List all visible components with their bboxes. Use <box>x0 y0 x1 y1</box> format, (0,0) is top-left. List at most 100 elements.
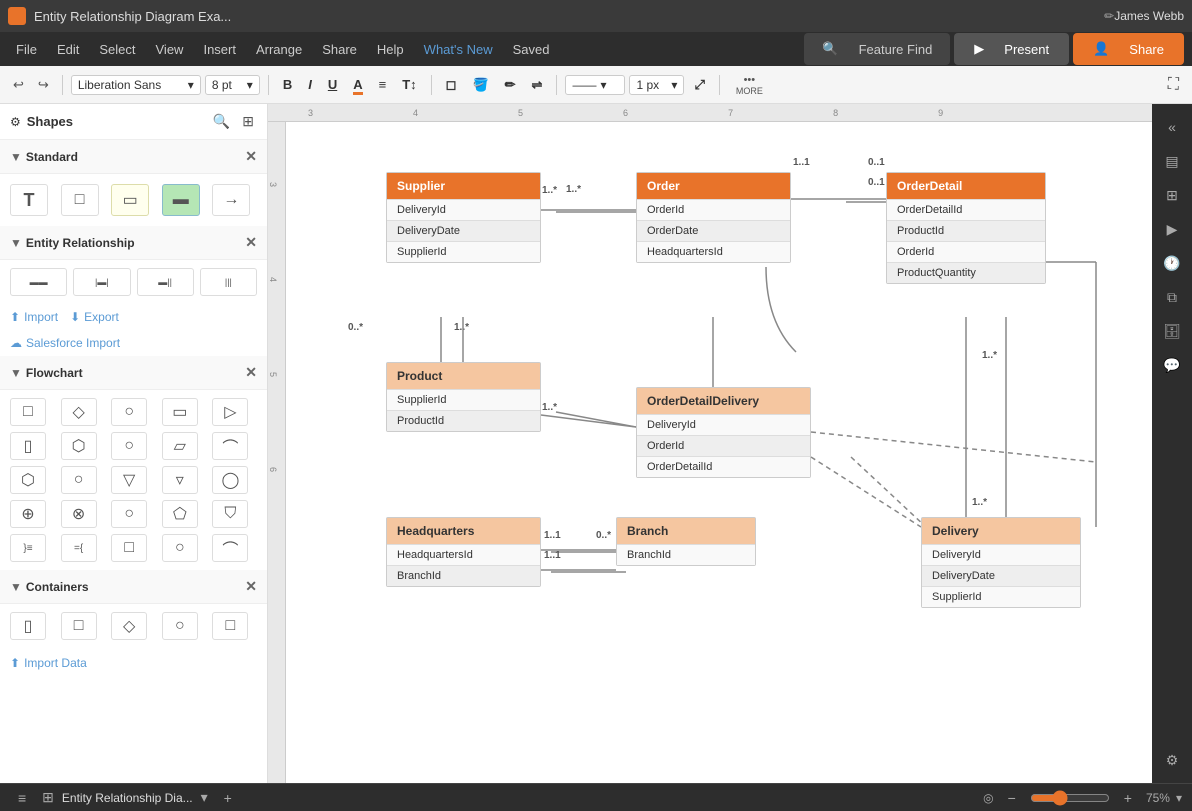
transform-button[interactable]: ⤢ <box>688 74 710 96</box>
menu-saved[interactable]: Saved <box>505 38 558 61</box>
fc-tri-down[interactable]: ▽ <box>111 466 147 494</box>
fc-circle3[interactable]: ○ <box>111 500 147 528</box>
px-selector[interactable]: 1 px ▾ <box>629 75 684 95</box>
align-button[interactable]: ≡ <box>373 74 393 95</box>
cont-2[interactable]: □ <box>61 612 97 640</box>
fc-circ2[interactable]: ○ <box>61 466 97 494</box>
entity-branch[interactable]: Branch BranchId <box>616 517 756 566</box>
redo-button[interactable]: ↪ <box>33 74 54 96</box>
zoom-out-button[interactable]: − <box>1000 788 1024 808</box>
entity-order[interactable]: Order OrderId OrderDate HeadquartersId <box>636 172 791 263</box>
fc-plus-circ[interactable]: ⊕ <box>10 500 46 528</box>
layers-button[interactable]: ⧉ <box>1157 282 1187 312</box>
fc-tall[interactable]: ▯ <box>10 432 46 460</box>
import-button[interactable]: ⬆ Import <box>10 310 58 324</box>
format-button[interactable]: ▤ <box>1157 146 1187 176</box>
clock-button[interactable]: 🕐 <box>1157 248 1187 278</box>
er-shape-2[interactable]: |▬| <box>73 268 130 296</box>
edit-icon[interactable]: ✏ <box>1104 9 1114 23</box>
fc-tri-inv[interactable]: ▿ <box>162 466 198 494</box>
fc-circle2[interactable]: ◯ <box>212 466 248 494</box>
chat-button[interactable]: 💬 <box>1157 350 1187 380</box>
canvas-area[interactable]: 3 4 5 6 7 8 9 3 4 5 6 <box>268 104 1152 783</box>
fc-para[interactable]: ▱ <box>162 432 198 460</box>
entity-supplier[interactable]: Supplier DeliveryId DeliveryDate Supplie… <box>386 172 541 263</box>
color-shape[interactable]: ▬ <box>162 184 200 216</box>
grid-button[interactable]: ⊞ <box>1157 180 1187 210</box>
list-view-button[interactable]: ≡ <box>10 788 34 808</box>
more-button[interactable]: ••• MORE <box>728 71 771 99</box>
fc-lines1[interactable]: }≡ <box>10 534 46 562</box>
undo-button[interactable]: ↩ <box>8 74 29 96</box>
import-data-row[interactable]: ⬆ Import Data <box>0 648 267 678</box>
fc-pent[interactable]: ⬠ <box>162 500 198 528</box>
chevron-down-diagram[interactable]: ▾ <box>193 787 216 808</box>
menu-whats-new[interactable]: What's New <box>416 38 501 61</box>
entity-delivery[interactable]: Delivery DeliveryId DeliveryDate Supplie… <box>921 517 1081 608</box>
fc-circ4[interactable]: ○ <box>162 534 198 562</box>
export-button[interactable]: ⬇ Export <box>70 310 119 324</box>
fill-color-button[interactable]: 🪣 <box>466 74 494 96</box>
cont-4[interactable]: ○ <box>162 612 198 640</box>
er-shape-4[interactable]: ||| <box>200 268 257 296</box>
fc-x-circ[interactable]: ⊗ <box>61 500 97 528</box>
underline-button[interactable]: U <box>322 74 343 95</box>
italic-button[interactable]: I <box>302 74 318 95</box>
feature-find-button[interactable]: 🔍 Feature Find <box>804 33 950 65</box>
fc-arrow[interactable]: ▷ <box>212 398 248 426</box>
stroke-selector[interactable]: —— ▾ <box>565 75 625 95</box>
fc-wave[interactable]: ⌒ <box>212 432 248 460</box>
fc-rect[interactable]: □ <box>10 398 46 426</box>
menu-share[interactable]: Share <box>314 38 365 61</box>
font-selector[interactable]: Liberation Sans ▾ <box>71 75 201 95</box>
fc-oval[interactable]: ○ <box>111 398 147 426</box>
arrow-shape[interactable]: → <box>212 184 250 216</box>
er-shape-1[interactable]: ▬▬ <box>10 268 67 296</box>
database-button[interactable]: 🗄 <box>1157 316 1187 346</box>
collapse-button[interactable]: « <box>1157 112 1187 142</box>
flowchart-close-button[interactable]: ✕ <box>245 364 257 381</box>
settings-button[interactable]: ⚙ <box>1157 745 1187 775</box>
fc-shield[interactable]: ⛉ <box>212 500 248 528</box>
add-diagram-button[interactable]: + <box>216 788 240 808</box>
font-color-button[interactable]: A <box>347 74 368 95</box>
grid-view-button[interactable]: ⊞ <box>34 787 62 808</box>
text-shape[interactable]: T <box>10 184 48 216</box>
zoom-in-button[interactable]: + <box>1116 788 1140 808</box>
rect-shape[interactable]: □ <box>61 184 99 216</box>
fc-wave2[interactable]: ⌒ <box>212 534 248 562</box>
menu-view[interactable]: View <box>148 38 192 61</box>
bold-button[interactable]: B <box>277 74 298 95</box>
menu-insert[interactable]: Insert <box>195 38 244 61</box>
fc-lines2[interactable]: ={ <box>61 534 97 562</box>
er-shape-3[interactable]: ▬|| <box>137 268 194 296</box>
menu-select[interactable]: Select <box>91 38 143 61</box>
menu-help[interactable]: Help <box>369 38 412 61</box>
video-button[interactable]: ▶ <box>1157 214 1187 244</box>
fc-hex2[interactable]: ⬡ <box>10 466 46 494</box>
er-close-button[interactable]: ✕ <box>245 234 257 251</box>
salesforce-import-button[interactable]: ☁ Salesforce Import <box>10 336 120 350</box>
note-shape[interactable]: ▭ <box>111 184 149 216</box>
search-shapes-button[interactable]: 🔍 <box>210 110 233 133</box>
text-align-button[interactable]: T↕ <box>396 74 422 95</box>
line-color-button[interactable]: ✏ <box>499 74 522 96</box>
menu-arrange[interactable]: Arrange <box>248 38 310 61</box>
entity-product[interactable]: Product SupplierId ProductId <box>386 362 541 432</box>
fc-rect3[interactable]: □ <box>111 534 147 562</box>
cont-3[interactable]: ◇ <box>111 612 147 640</box>
fullscreen-button[interactable]: ⛶ <box>1163 73 1184 97</box>
present-button[interactable]: ▶ Present <box>954 33 1069 65</box>
fc-rect2[interactable]: ▭ <box>162 398 198 426</box>
share-button[interactable]: 👤 Share <box>1073 33 1184 65</box>
zoom-slider[interactable] <box>1030 790 1110 806</box>
fill-button[interactable]: ◻ <box>440 74 463 96</box>
browse-shapes-button[interactable]: ⊞ <box>239 110 257 133</box>
entity-orderdetaildelivery[interactable]: OrderDetailDelivery DeliveryId OrderId O… <box>636 387 811 478</box>
size-selector[interactable]: 8 pt ▾ <box>205 75 260 95</box>
entity-headquarters[interactable]: Headquarters HeadquartersId BranchId <box>386 517 541 587</box>
cont-5[interactable]: □ <box>212 612 248 640</box>
menu-file[interactable]: File <box>8 38 45 61</box>
entity-orderdetail[interactable]: OrderDetail OrderDetailId ProductId Orde… <box>886 172 1046 284</box>
cont-1[interactable]: ▯ <box>10 612 46 640</box>
